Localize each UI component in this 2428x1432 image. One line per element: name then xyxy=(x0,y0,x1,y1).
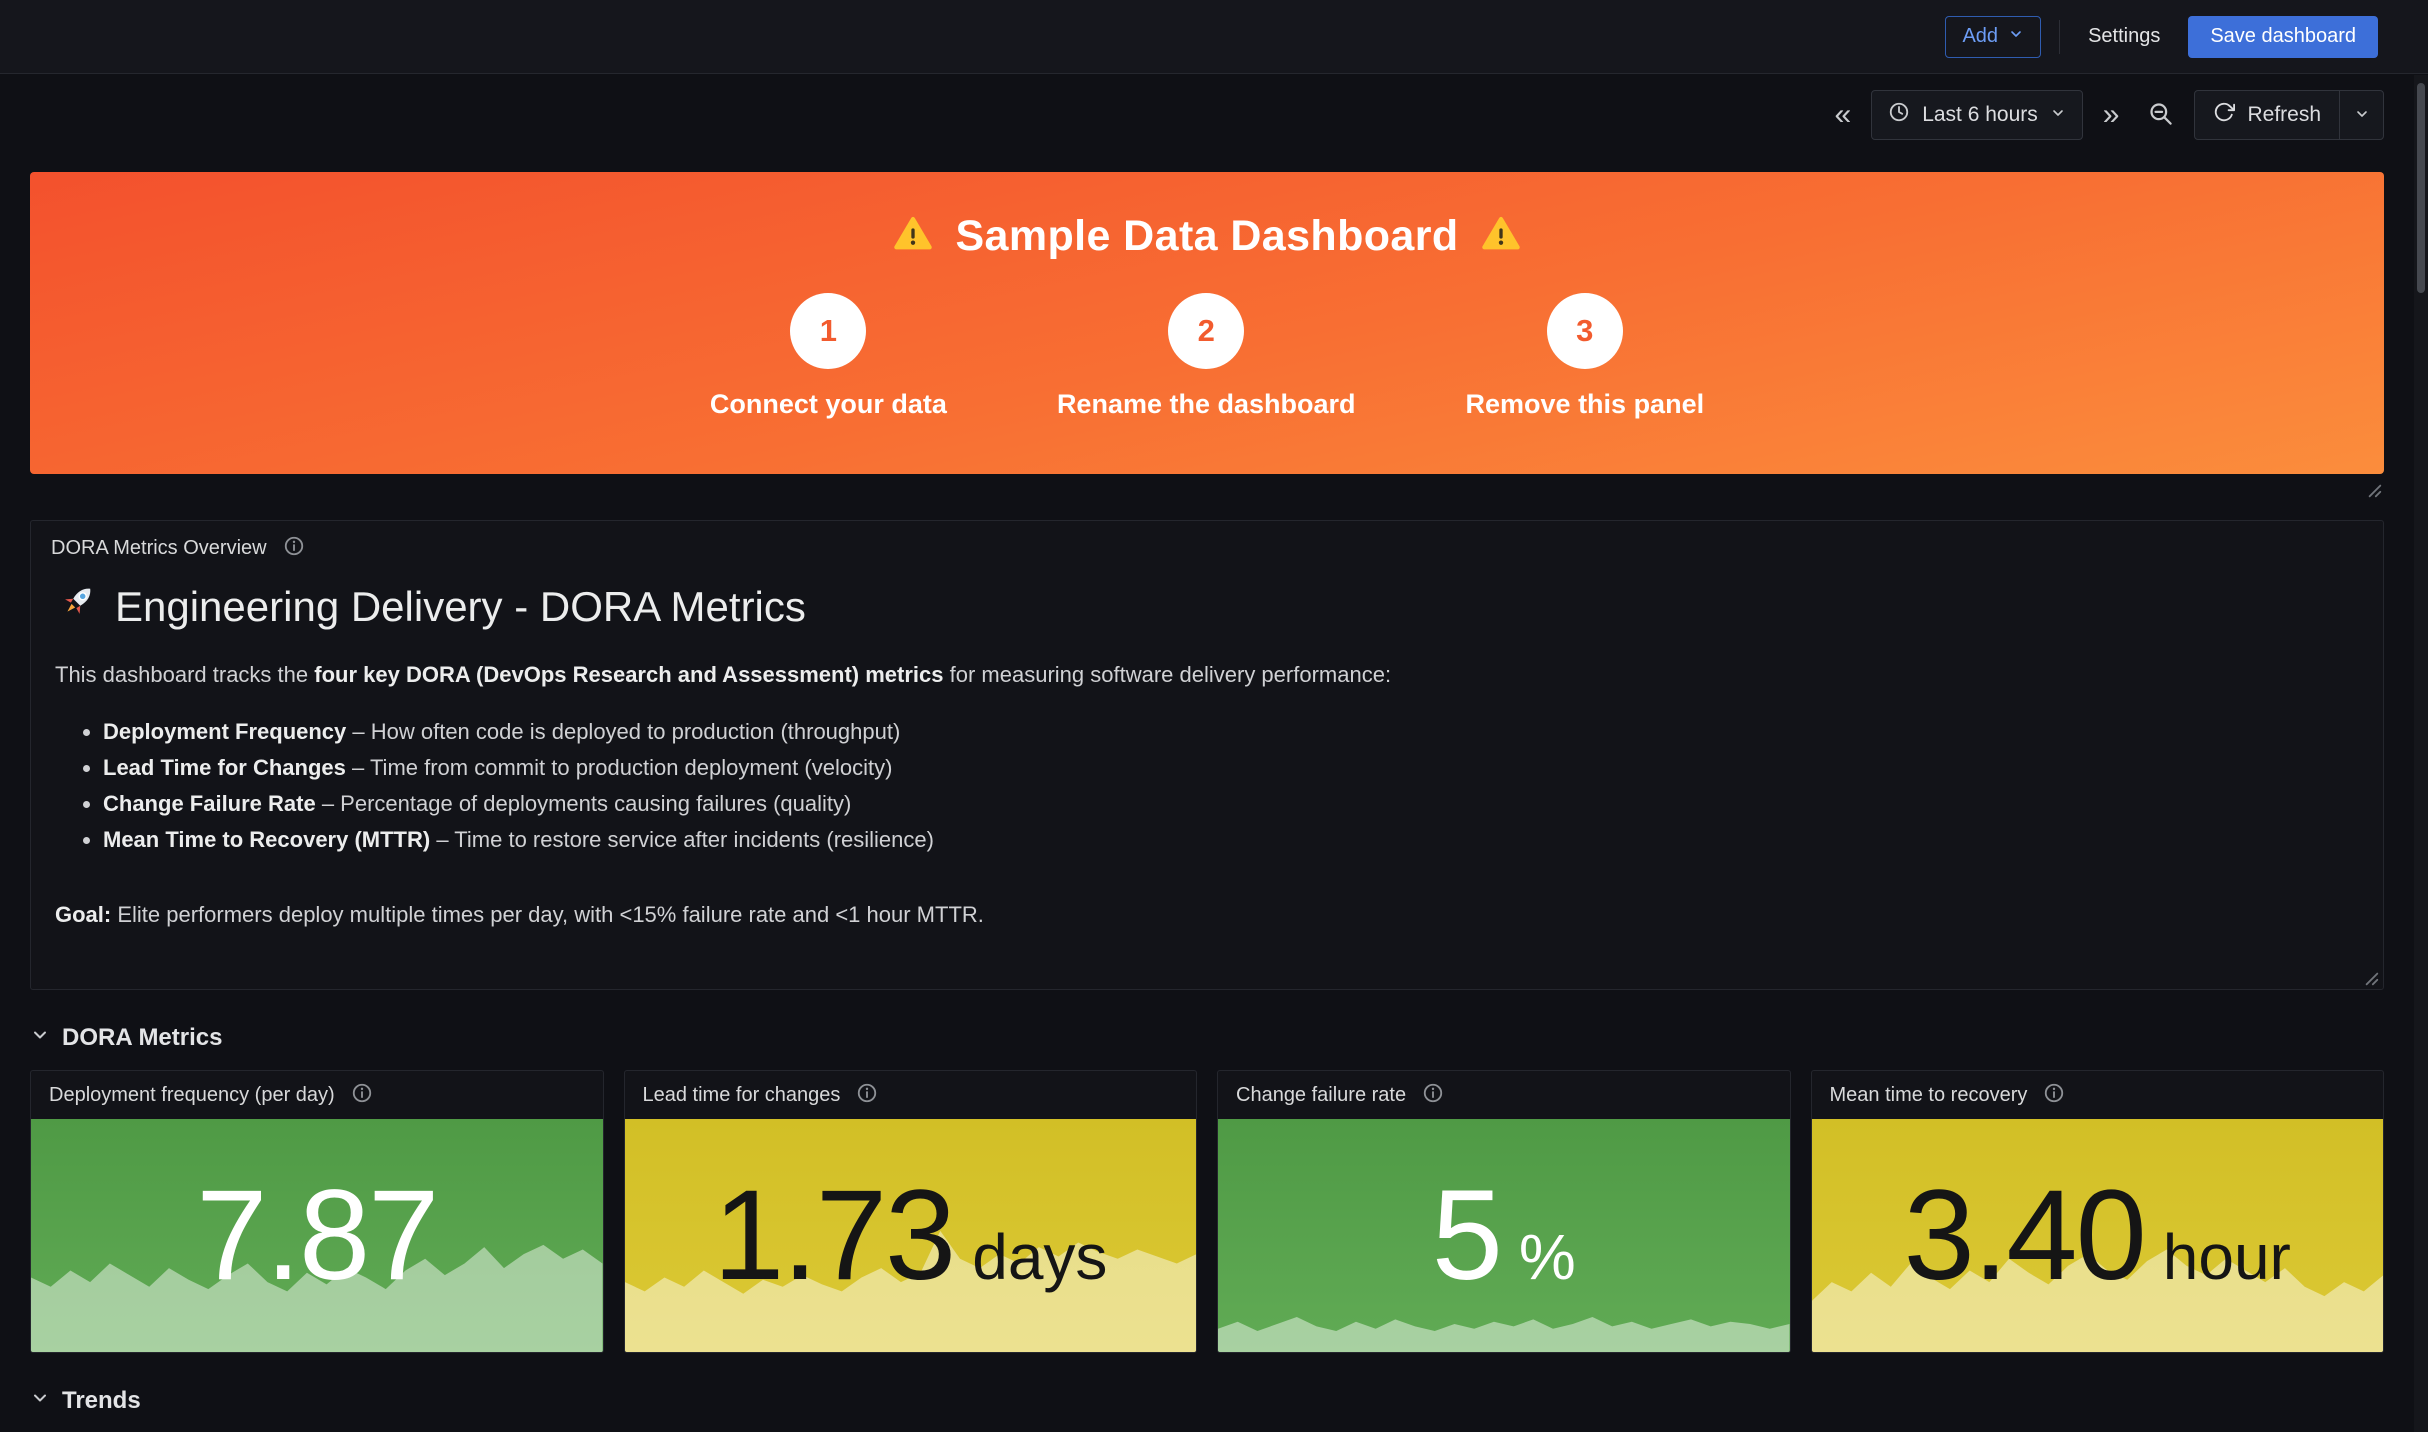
stat-panel-deployment-frequency: Deployment frequency (per day) 7.87 xyxy=(30,1070,604,1353)
stat-value: 7.87 xyxy=(196,1172,437,1300)
stat-unit: % xyxy=(1519,1220,1576,1294)
banner-steps: 1 Connect your data 2 Rename the dashboa… xyxy=(710,293,1704,420)
stat-body: 5 % xyxy=(1218,1119,1790,1352)
double-chevron-left-icon: « xyxy=(1835,100,1852,130)
stat-value: 5 xyxy=(1432,1172,1501,1300)
section-label: DORA Metrics xyxy=(62,1024,222,1052)
stat-body: 3.40 hour xyxy=(1812,1119,2384,1352)
banner-step-rename-dashboard: 2 Rename the dashboard xyxy=(1057,293,1356,420)
stat-panel-change-failure-rate: Change failure rate 5 % xyxy=(1217,1070,1791,1353)
stat-unit: hour xyxy=(2163,1220,2291,1294)
overview-heading-text: Engineering Delivery - DORA Metrics xyxy=(115,583,806,631)
top-bar: Add Settings Save dashboard xyxy=(0,0,2428,74)
save-dashboard-button[interactable]: Save dashboard xyxy=(2188,16,2378,58)
stat-body: 1.73 days xyxy=(625,1119,1197,1352)
step-label: Rename the dashboard xyxy=(1057,389,1356,420)
warning-icon xyxy=(1481,214,1521,259)
refresh-label: Refresh xyxy=(2247,103,2321,127)
stat-value: 1.73 xyxy=(713,1172,954,1300)
banner-title: Sample Data Dashboard xyxy=(955,212,1458,261)
refresh-button[interactable]: Refresh xyxy=(2195,91,2339,139)
panel-title[interactable]: Lead time for changes xyxy=(643,1084,841,1107)
step-number-badge: 1 xyxy=(790,293,866,369)
list-item: Change Failure Rate – Percentage of depl… xyxy=(103,786,2359,822)
chevron-down-icon xyxy=(2050,103,2066,127)
refresh-button-group: Refresh xyxy=(2194,90,2384,140)
stat-value: 3.40 xyxy=(1904,1172,2145,1300)
goal-text: Goal: Elite performers deploy multiple t… xyxy=(55,898,2359,932)
panel-header: Change failure rate xyxy=(1218,1071,1790,1119)
stat-unit: days xyxy=(972,1220,1107,1294)
overview-intro: This dashboard tracks the four key DORA … xyxy=(55,658,2359,692)
add-button-label: Add xyxy=(1962,25,1998,48)
chevron-down-icon xyxy=(2008,25,2024,48)
topbar-divider xyxy=(2059,20,2060,54)
time-shift-forward-button[interactable]: » xyxy=(2095,90,2128,140)
dora-metrics-list: Deployment Frequency – How often code is… xyxy=(55,714,2359,858)
info-icon[interactable] xyxy=(351,1082,373,1109)
stat-body: 7.87 xyxy=(31,1119,603,1352)
step-number-badge: 2 xyxy=(1168,293,1244,369)
stat-panel-lead-time: Lead time for changes 1.73 days xyxy=(624,1070,1198,1353)
step-label: Connect your data xyxy=(710,389,947,420)
scrollbar-thumb[interactable] xyxy=(2417,83,2425,293)
dashboard-content: « Last 6 hours » xyxy=(0,90,2428,1423)
clock-icon xyxy=(1888,101,1910,129)
banner-step-remove-panel: 3 Remove this panel xyxy=(1466,293,1705,420)
info-icon[interactable] xyxy=(2043,1082,2065,1109)
zoom-out-button[interactable] xyxy=(2139,90,2182,140)
banner-title-row: Sample Data Dashboard xyxy=(893,212,1520,261)
refresh-interval-dropdown[interactable] xyxy=(2339,91,2383,139)
step-label: Remove this panel xyxy=(1466,389,1705,420)
stat-value-row: 1.73 days xyxy=(713,1172,1107,1300)
overview-body: Engineering Delivery - DORA Metrics This… xyxy=(31,580,2383,932)
overview-heading: Engineering Delivery - DORA Metrics xyxy=(55,580,2359,634)
panel-header: Mean time to recovery xyxy=(1812,1071,2384,1119)
step-number-badge: 3 xyxy=(1547,293,1623,369)
list-item: Mean Time to Recovery (MTTR) – Time to r… xyxy=(103,822,2359,858)
panel-resize-handle[interactable] xyxy=(2361,968,2379,986)
time-range-picker[interactable]: Last 6 hours xyxy=(1872,91,2082,139)
add-button[interactable]: Add xyxy=(1945,16,2041,58)
panel-resize-handle[interactable] xyxy=(2364,480,2382,498)
panel-header: Lead time for changes xyxy=(625,1071,1197,1119)
list-item: Deployment Frequency – How often code is… xyxy=(103,714,2359,750)
magnifier-minus-icon xyxy=(2147,100,2174,130)
stat-value-row: 3.40 hour xyxy=(1904,1172,2291,1300)
chevron-down-icon xyxy=(30,1387,50,1415)
panel-title[interactable]: Mean time to recovery xyxy=(1830,1084,2028,1107)
stat-value-row: 5 % xyxy=(1432,1172,1576,1300)
list-item: Lead Time for Changes – Time from commit… xyxy=(103,750,2359,786)
section-label: Trends xyxy=(62,1387,141,1415)
double-chevron-right-icon: » xyxy=(2103,100,2120,130)
stat-value-row: 7.87 xyxy=(196,1172,437,1300)
time-shift-back-button[interactable]: « xyxy=(1827,90,1860,140)
settings-button[interactable]: Settings xyxy=(2078,16,2170,58)
time-range-picker-group: Last 6 hours xyxy=(1871,90,2083,140)
sample-data-banner-panel: Sample Data Dashboard 1 Connect your dat… xyxy=(30,172,2384,474)
stat-panel-mean-time-to-recovery: Mean time to recovery 3.40 hour xyxy=(1811,1070,2385,1353)
panel-header: DORA Metrics Overview xyxy=(31,521,2383,566)
stats-row: Deployment frequency (per day) 7.87 Lead… xyxy=(30,1070,2384,1353)
panel-title[interactable]: DORA Metrics Overview xyxy=(51,537,267,560)
chevron-down-icon xyxy=(30,1024,50,1052)
section-trends[interactable]: Trends xyxy=(30,1379,2384,1423)
rocket-icon xyxy=(55,580,99,634)
panel-title[interactable]: Deployment frequency (per day) xyxy=(49,1084,335,1107)
chevron-down-icon xyxy=(2354,106,2370,125)
info-icon[interactable] xyxy=(283,535,305,562)
time-range-label: Last 6 hours xyxy=(1922,103,2038,127)
refresh-icon xyxy=(2213,101,2235,129)
dora-overview-panel: DORA Metrics Overview Engineering Delive… xyxy=(30,520,2384,990)
info-icon[interactable] xyxy=(1422,1082,1444,1109)
banner-step-connect-data: 1 Connect your data xyxy=(710,293,947,420)
time-toolbar: « Last 6 hours » xyxy=(30,90,2384,140)
panel-header: Deployment frequency (per day) xyxy=(31,1071,603,1119)
scrollbar[interactable] xyxy=(2414,75,2428,1432)
section-dora-metrics[interactable]: DORA Metrics xyxy=(30,1016,2384,1060)
panel-title[interactable]: Change failure rate xyxy=(1236,1084,1406,1107)
warning-icon xyxy=(893,214,933,259)
info-icon[interactable] xyxy=(856,1082,878,1109)
